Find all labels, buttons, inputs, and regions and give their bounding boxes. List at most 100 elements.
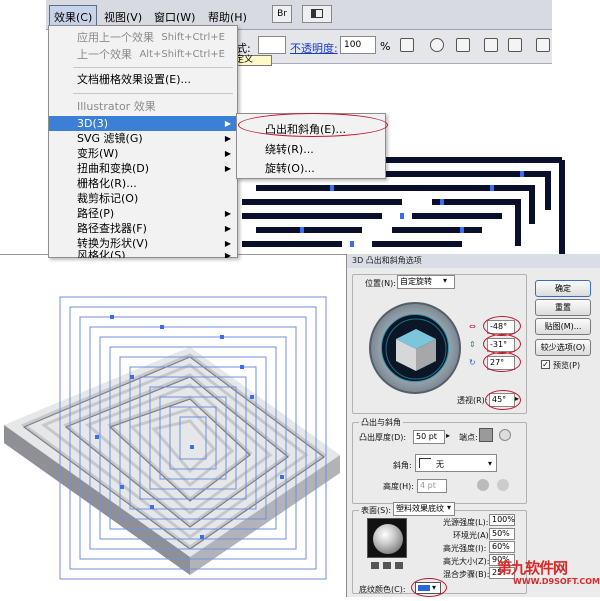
menu-item-svg-filters[interactable]: SVG 滤镜(G) ▶	[49, 131, 237, 146]
select-similar-icon[interactable]	[508, 38, 522, 52]
submenu-arrow-icon: ▶	[224, 134, 231, 143]
maze-flat-anchor-points	[290, 171, 524, 247]
height-input[interactable]: 4 pt	[417, 479, 447, 493]
move-light-back-icon[interactable]	[383, 562, 391, 569]
recolor-icon[interactable]	[430, 38, 444, 52]
isolate-icon[interactable]	[484, 38, 498, 52]
light-intensity-label: 光源强度(L):	[443, 518, 489, 527]
menu-item-apply-last: 应用上一个效果 Shift+Ctrl+E	[77, 31, 225, 44]
menu-item-distort-transform[interactable]: 扭曲和变换(D) ▶	[49, 161, 237, 176]
submenu-arrow-icon: ▶	[224, 149, 231, 158]
cap-label: 端点:	[459, 433, 478, 442]
highlight-ellipse	[483, 352, 521, 372]
menu-item-rotate[interactable]: 旋转(O)...	[265, 160, 315, 176]
menu-help[interactable]: 帮助(H)	[208, 9, 247, 25]
define-tooltip: 定义	[232, 55, 272, 66]
bevel-out-icon[interactable]	[477, 479, 489, 491]
highlight-intensity-label: 高光强度(I):	[443, 544, 487, 553]
watermark-url: WWW.D9SOFT.COM	[513, 577, 600, 586]
maze-3d-panel	[0, 254, 346, 597]
rotation-trackball[interactable]	[369, 302, 461, 394]
watermark-logo: 第九软件网	[497, 559, 568, 577]
extrude-depth-input[interactable]: 50 pt	[413, 430, 445, 444]
extrude-bevel-dialog: 3D 凸出和斜角选项 确定 重置 贴图(M)... 较少选项(O) ✓ 预览(P…	[346, 254, 600, 597]
rotate-z-icon: ↻	[469, 358, 476, 367]
highlight-size-label: 高光大小(Z):	[443, 557, 490, 566]
lighting-sphere-preview[interactable]	[367, 518, 407, 558]
preview-label: 预览(P)	[553, 361, 581, 370]
effect-menu: 应用上一个效果 Shift+Ctrl+E 上一个效果 Alt+Shift+Ctrl+…	[48, 25, 238, 258]
preview-checkbox[interactable]: ✓	[541, 360, 550, 369]
menu-item-3d[interactable]: 3D(3) ▶	[49, 116, 237, 131]
surface-label: 表面(S):	[359, 505, 394, 516]
bridge-button[interactable]: Br	[272, 5, 292, 23]
menu-item-revolve[interactable]: 绕转(R)...	[265, 141, 314, 157]
menu-item-path[interactable]: 路径(P) ▶	[49, 206, 237, 221]
bevel-select[interactable]: 无 ▾	[415, 454, 497, 472]
perspective-label: 透视(R):	[457, 396, 488, 405]
opacity-input[interactable]: 100	[340, 36, 376, 54]
control-bar: 式: 不透明度: 100 % 定义	[232, 30, 552, 66]
height-label: 高度(H):	[383, 482, 414, 491]
submenu-arrow-icon: ▶	[224, 209, 231, 218]
menu-view[interactable]: 视图(V)	[104, 9, 142, 25]
align-icon[interactable]	[400, 38, 414, 52]
lighting-sphere	[373, 524, 403, 554]
menu-section-illustrator: Illustrator 效果	[77, 100, 156, 113]
menu-separator	[73, 93, 233, 94]
highlight-intensity-input[interactable]: 60%	[489, 541, 515, 553]
highlight-ellipse	[483, 334, 521, 354]
style-label: 式:	[236, 42, 251, 55]
blend-steps-label: 混合步骤(B):	[443, 570, 490, 579]
stepper-arrow-icon[interactable]: ▸	[446, 431, 450, 440]
dropdown-arrow-icon: ▾	[443, 276, 448, 285]
highlight-ellipse	[483, 316, 521, 336]
bevel-in-icon[interactable]	[497, 479, 509, 491]
shading-color-label: 底纹颜色(C):	[359, 585, 406, 594]
menu-window[interactable]: 窗口(W)	[154, 9, 195, 25]
ambient-label: 环境光(A):	[453, 531, 492, 540]
menu-item-stylize[interactable]: 风格化(S) ▶	[49, 248, 237, 258]
dropdown-arrow-icon: ▾	[447, 503, 452, 512]
rotate-x-icon: ⇔	[469, 322, 476, 331]
cap-on-icon[interactable]	[479, 428, 493, 442]
ambient-input[interactable]: 50%	[489, 528, 515, 540]
light-intensity-input[interactable]: 100%	[489, 514, 515, 526]
menu-item-pathfinder[interactable]: 路径查找器(F) ▶	[49, 221, 237, 236]
delete-light-icon[interactable]	[395, 562, 403, 569]
menu-item-rasterize[interactable]: 栅格化(R)...	[49, 176, 237, 191]
menu-separator	[73, 67, 233, 68]
submenu-arrow-icon: ▶	[224, 224, 231, 233]
dialog-title: 3D 凸出和斜角选项	[347, 254, 600, 268]
submenu-arrow-icon: ▶	[224, 119, 231, 128]
cap-off-icon[interactable]	[499, 429, 511, 441]
opacity-label[interactable]: 不透明度:	[290, 40, 338, 56]
maze-3d-artwork	[4, 296, 340, 580]
bevel-label: 斜角:	[393, 461, 412, 470]
grid-dots-icon[interactable]	[536, 38, 550, 52]
opacity-unit: %	[380, 40, 391, 53]
position-label: 位置(N):	[365, 279, 396, 288]
arrange-documents-button[interactable]	[302, 5, 332, 23]
highlight-ellipse	[411, 578, 447, 597]
layout-grid-icon	[311, 9, 323, 18]
menu-item-warp[interactable]: 变形(W) ▶	[49, 146, 237, 161]
map-button[interactable]: 贴图(M)...	[535, 318, 591, 335]
menu-item-doc-raster-settings[interactable]: 文档栅格效果设置(E)...	[49, 72, 237, 87]
surface-select[interactable]: 塑料效果底纹	[393, 502, 455, 516]
submenu-arrow-icon: ▶	[224, 164, 231, 173]
ok-button[interactable]: 确定	[535, 280, 591, 297]
style-swatch-dropdown[interactable]	[258, 36, 286, 54]
highlight-ellipse	[238, 113, 388, 137]
bevel-shape-icon	[419, 458, 431, 468]
extrude-depth-label: 凸出厚度(D):	[359, 433, 407, 442]
menu-item-crop-marks[interactable]: 裁剪标记(O)	[49, 191, 237, 206]
extrude-section-title: 凸出与斜角	[359, 417, 403, 428]
rotate-y-icon: ⇕	[469, 340, 476, 349]
cube-preview-icon	[385, 318, 447, 380]
new-light-icon[interactable]	[371, 562, 379, 569]
transform-icon[interactable]	[456, 38, 470, 52]
reset-button[interactable]: 重置	[535, 299, 591, 316]
submenu-arrow-icon: ▶	[224, 251, 231, 258]
fewer-options-button[interactable]: 较少选项(O)	[535, 339, 591, 356]
